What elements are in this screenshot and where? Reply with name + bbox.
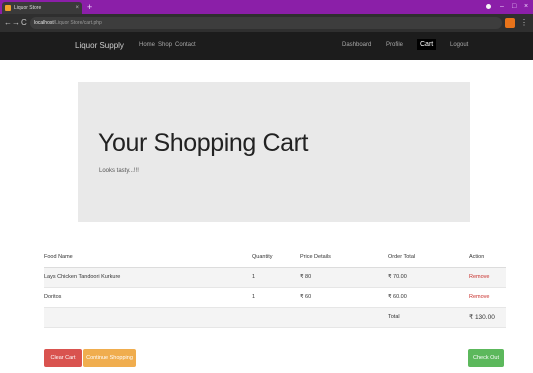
nav-link-cart[interactable]: Cart xyxy=(417,39,437,50)
nav-link-home[interactable]: Home xyxy=(139,42,155,48)
total-value: ₹ 130.00 xyxy=(469,307,506,328)
extension-icon[interactable] xyxy=(505,18,515,28)
page-title: Your Shopping Cart xyxy=(98,129,309,157)
nav-link-profile[interactable]: Profile xyxy=(386,42,403,48)
site-brand[interactable]: Liquor Supply xyxy=(75,41,124,50)
browser-toolbar: ← → C localhost/Liquor Store/cart.php ⋮ xyxy=(0,14,533,32)
column-header-food-name: Food Name xyxy=(44,247,252,268)
cell-price: ₹ 60 xyxy=(300,287,388,308)
checkout-button[interactable]: Check Out xyxy=(468,349,504,367)
column-header-price: Price Details xyxy=(300,247,388,268)
url-host: localhost xyxy=(34,20,54,26)
table-row: Lays Chicken Tandoori Kurkure 1 ₹ 80 ₹ 7… xyxy=(44,267,506,288)
browser-tab[interactable]: Liquor Store × xyxy=(2,2,82,14)
maximize-icon[interactable]: □ xyxy=(512,3,516,11)
table-row: Doritos 1 ₹ 60 ₹ 60.00 Remove xyxy=(44,287,506,308)
back-icon[interactable]: ← xyxy=(4,18,12,27)
remove-item-link[interactable]: Remove xyxy=(469,287,506,308)
tab-title: Liquor Store xyxy=(14,5,42,11)
cell-order-total: ₹ 70.00 xyxy=(388,267,469,288)
nav-link-shop[interactable]: Shop xyxy=(158,42,172,48)
cell-quantity: 1 xyxy=(252,287,300,308)
nav-link-logout[interactable]: Logout xyxy=(450,42,468,48)
column-header-quantity: Quantity xyxy=(252,247,300,268)
cell-quantity: 1 xyxy=(252,267,300,288)
continue-shopping-button[interactable]: Continue Shopping xyxy=(83,349,136,367)
cell-food-name: Doritos xyxy=(44,287,252,308)
profile-dot-icon[interactable] xyxy=(486,4,491,9)
nav-link-contact[interactable]: Contact xyxy=(175,42,196,48)
clear-cart-button[interactable]: Clear Cart xyxy=(44,349,82,367)
remove-item-link[interactable]: Remove xyxy=(469,267,506,288)
table-header-row: Food Name Quantity Price Details Order T… xyxy=(44,247,506,268)
minimize-icon[interactable]: – xyxy=(500,3,504,11)
site-navbar: Liquor Supply Home Shop Contact Dashboar… xyxy=(0,32,533,60)
column-header-order-total: Order Total xyxy=(388,247,469,268)
forward-icon[interactable]: → xyxy=(12,18,20,27)
url-path: /Liquor Store/cart.php xyxy=(53,20,102,26)
new-tab-icon[interactable]: + xyxy=(87,2,92,12)
browser-tab-bar: Liquor Store × + – □ × xyxy=(0,0,533,14)
address-bar-input[interactable]: localhost/Liquor Store/cart.php xyxy=(30,17,502,29)
nav-link-dashboard[interactable]: Dashboard xyxy=(342,42,371,48)
cell-food-name: Lays Chicken Tandoori Kurkure xyxy=(44,267,252,288)
column-header-action: Action xyxy=(469,247,506,268)
tab-favicon-icon xyxy=(5,5,11,11)
total-label: Total xyxy=(388,307,469,328)
browser-menu-icon[interactable]: ⋮ xyxy=(520,18,528,27)
page-subtitle: Looks tasty...!!! xyxy=(99,168,139,174)
cell-price: ₹ 80 xyxy=(300,267,388,288)
cart-table: Food Name Quantity Price Details Order T… xyxy=(44,247,506,328)
reload-icon[interactable]: C xyxy=(21,18,27,27)
total-row: Total ₹ 130.00 xyxy=(44,307,506,328)
cart-header-panel: Your Shopping Cart Looks tasty...!!! xyxy=(78,82,470,222)
close-window-icon[interactable]: × xyxy=(524,3,528,11)
cell-order-total: ₹ 60.00 xyxy=(388,287,469,308)
tab-close-icon[interactable]: × xyxy=(75,5,79,11)
